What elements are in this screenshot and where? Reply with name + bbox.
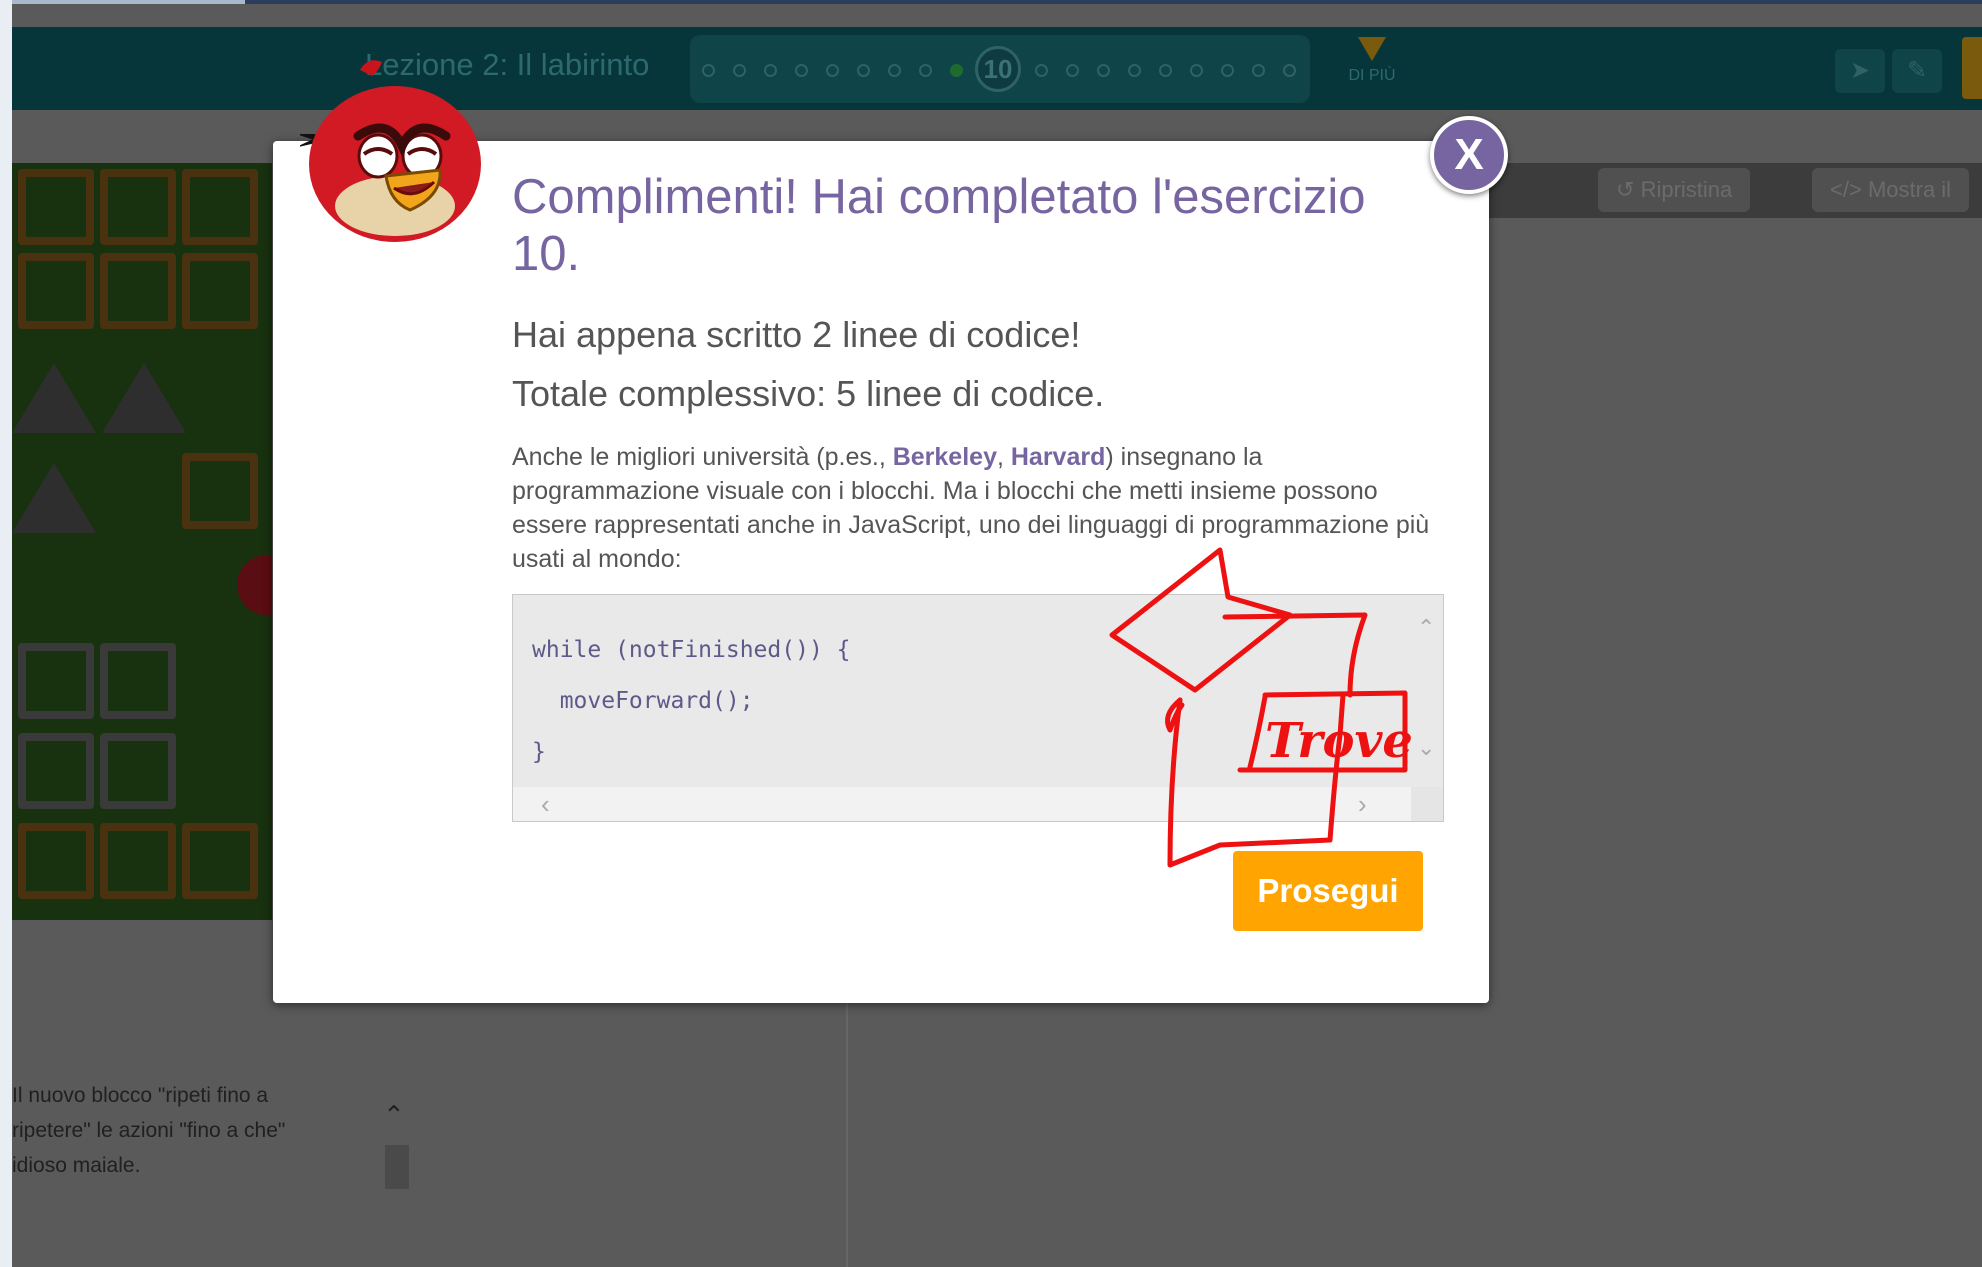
handwritten-text: Trove — [1265, 713, 1413, 769]
bird-sprite — [237, 555, 272, 615]
instructions-text: Il nuovo blocco "ripeti fino a ripetere"… — [12, 1078, 372, 1183]
edit-button[interactable]: ✎ — [1892, 49, 1942, 93]
code-line: } — [532, 739, 546, 765]
show-code-label: Mostra il — [1867, 177, 1952, 202]
puzzle-dot[interactable] — [1159, 64, 1172, 77]
reset-label: Ripristina — [1640, 177, 1733, 202]
puzzle-dot[interactable] — [1221, 64, 1234, 77]
instruction-line: Il nuovo blocco "ripeti fino a — [12, 1084, 269, 1107]
puzzle-dot[interactable] — [1066, 64, 1079, 77]
reset-button[interactable]: ↺ Ripristina — [1598, 168, 1751, 212]
puzzle-dot[interactable] — [857, 64, 870, 77]
pencil-icon: ✎ — [1906, 57, 1928, 84]
panel-divider — [846, 1000, 848, 1267]
puzzle-dot[interactable] — [764, 64, 777, 77]
reset-icon: ↺ — [1616, 177, 1635, 202]
harvard-link[interactable]: Harvard — [1011, 443, 1106, 471]
instructions-scrollbar[interactable]: ⌃ — [383, 1102, 411, 1189]
rocket-icon: ➤ — [1849, 57, 1871, 84]
more-label: DI PIÙ — [1348, 67, 1396, 84]
puzzle-dot[interactable] — [1252, 64, 1265, 77]
close-button[interactable]: X — [1430, 116, 1508, 194]
berkeley-link[interactable]: Berkeley — [893, 443, 997, 471]
puzzle-dot[interactable] — [1128, 64, 1141, 77]
description-separator: , — [996, 443, 1011, 471]
scroll-thumb[interactable] — [385, 1145, 409, 1189]
puzzle-progress: 10 — [690, 35, 1310, 103]
puzzle-dot[interactable] — [795, 64, 808, 77]
puzzle-dot[interactable] — [733, 64, 746, 77]
more-lessons-button[interactable]: DI PIÙ — [1322, 37, 1422, 85]
window-left-edge — [0, 0, 12, 1267]
puzzle-dot[interactable] — [888, 64, 901, 77]
workspace-toolbar: ↺ Ripristina </> Mostra il — [1456, 163, 1982, 218]
show-code-button[interactable]: </> Mostra il — [1812, 168, 1970, 212]
chevron-left-icon[interactable]: ‹ — [541, 789, 550, 820]
instruction-line: idioso maiale. — [12, 1154, 141, 1177]
code-line: moveForward(); — [532, 688, 754, 714]
puzzle-dot[interactable] — [702, 64, 715, 77]
maze-grid — [12, 163, 272, 920]
puzzle-dot[interactable] — [1035, 64, 1048, 77]
puzzle-dot[interactable] — [826, 64, 839, 77]
red-bird-mascot — [300, 60, 481, 242]
current-puzzle-indicator[interactable]: 10 — [975, 46, 1021, 92]
puzzle-dot[interactable] — [919, 64, 932, 77]
lines-total-text: Totale complessivo: 5 linee di codice. — [512, 373, 1105, 414]
lines-written-text: Hai appena scritto 2 linee di codice! — [512, 314, 1081, 355]
instruction-line: ripetere" le azioni "fino a che" — [12, 1119, 286, 1142]
puzzle-dot-completed[interactable] — [950, 64, 963, 77]
menu-button-edge[interactable] — [1962, 37, 1982, 99]
down-arrow-icon — [1358, 37, 1386, 61]
window-top-strip — [0, 0, 1982, 4]
code-icon: </> — [1830, 177, 1862, 202]
puzzle-dot[interactable] — [1283, 64, 1296, 77]
chevron-up-icon[interactable]: ⌃ — [383, 1102, 411, 1128]
puzzle-dot[interactable] — [1097, 64, 1110, 77]
rocket-button[interactable]: ➤ — [1835, 49, 1885, 93]
code-line: while (notFinished()) { — [532, 637, 851, 663]
dialog-title: Complimenti! Hai completato l'esercizio … — [512, 170, 1366, 281]
handwritten-annotation: Trove — [1109, 547, 1413, 868]
description-text: Anche le migliori università (p.es., — [512, 443, 893, 471]
puzzle-dot[interactable] — [1190, 64, 1203, 77]
